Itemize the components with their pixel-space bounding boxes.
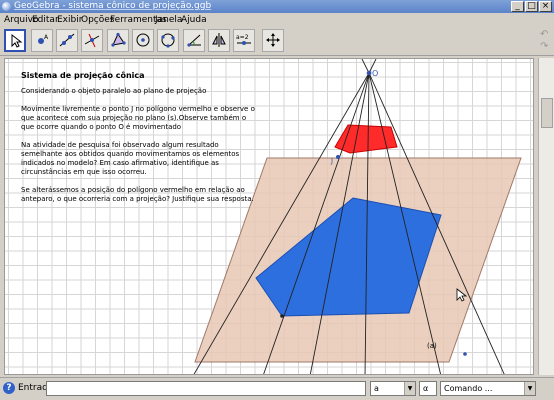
circle-three-points-icon [161, 33, 175, 48]
window-title: GeoGebra - sistema cônico de projeção.gg… [14, 1, 212, 11]
red-polygon[interactable] [334, 124, 398, 154]
reflect-tool-button[interactable] [208, 29, 230, 52]
command-input[interactable] [46, 381, 366, 396]
point-tool-button[interactable]: A [31, 29, 53, 52]
svg-text:A: A [44, 34, 49, 41]
greek-dropdown[interactable]: α [419, 381, 437, 396]
point-icon: A [38, 34, 49, 44]
polygon-icon [111, 32, 126, 47]
graphics-view[interactable]: O J (a) Sistema de projeção cônica Consi… [4, 58, 534, 375]
chevron-down-icon: ▼ [524, 382, 535, 395]
panel-paragraph-3: Se alterássemos a posição do polígono ve… [21, 186, 254, 203]
perpendicular-line-icon [84, 33, 100, 48]
line-through-points-icon [59, 33, 75, 47]
circle-center-icon [136, 33, 150, 47]
move-arrows-icon [266, 33, 280, 47]
cursor-arrow-icon [11, 33, 23, 48]
angle-icon [187, 34, 201, 47]
menu-editar[interactable]: Editar [32, 14, 59, 26]
help-icon[interactable]: ? [3, 382, 15, 394]
vertical-scrollbar[interactable] [538, 58, 554, 375]
point-j[interactable] [336, 155, 340, 159]
point-o[interactable] [366, 70, 372, 76]
command-dropdown[interactable]: Comando ... ▼ [440, 381, 536, 396]
close-button[interactable]: × [539, 1, 552, 12]
point-j-label: J [330, 157, 333, 165]
geogebra-logo-icon [2, 2, 11, 11]
plane-label: (a) [427, 342, 437, 350]
symbol-dropdown[interactable]: a ▼ [370, 381, 416, 396]
point-o-label: O [372, 69, 378, 78]
chevron-down-icon: ▼ [404, 382, 415, 395]
circle-three-points-tool-button[interactable] [157, 29, 179, 52]
menu-exibir[interactable]: Exibir [57, 14, 82, 26]
menu-janela[interactable]: Janela [155, 14, 182, 26]
toolbar: A a=2 ↶ ↷ [0, 27, 554, 56]
minimize-button[interactable]: _ [511, 1, 524, 12]
svg-text:a=2: a=2 [236, 34, 249, 41]
title-bar: GeoGebra - sistema cônico de projeção.gg… [0, 0, 554, 13]
move-tool-button[interactable] [4, 29, 26, 52]
panel-intro: Considerando o objeto paralelo ao plano … [21, 87, 207, 95]
line-tool-button[interactable] [56, 29, 78, 52]
move-graphics-tool-button[interactable] [262, 29, 284, 52]
instructions-panel: Sistema de projeção cônica Considerando … [21, 71, 261, 213]
polygon-tool-button[interactable] [107, 29, 129, 52]
perpendicular-line-tool-button[interactable] [81, 29, 103, 52]
greek-dropdown-value: α [423, 384, 429, 393]
plane-point[interactable] [463, 352, 467, 356]
reflect-icon [212, 33, 226, 47]
scrollbar-thumb[interactable] [541, 98, 553, 128]
panel-paragraph-2: Na atividade de pesquisa foi observado a… [21, 141, 240, 176]
slider-icon: a=2 [236, 34, 251, 45]
menu-bar: Arquivo Editar Exibir Opções Ferramentas… [0, 13, 554, 27]
angle-tool-button[interactable] [183, 29, 205, 52]
projected-point[interactable] [280, 314, 284, 318]
redo-icon[interactable]: ↷ [540, 42, 550, 52]
input-bar: ? Entrada: a ▼ α Comando ... ▼ [0, 377, 554, 400]
circle-tool-button[interactable] [132, 29, 154, 52]
symbol-dropdown-value: a [374, 384, 379, 393]
maximize-button[interactable]: □ [525, 1, 538, 12]
slider-tool-button[interactable]: a=2 [233, 29, 255, 52]
panel-heading: Sistema de projeção cônica [21, 71, 145, 80]
menu-ajuda[interactable]: Ajuda [181, 14, 207, 26]
undo-icon[interactable]: ↶ [540, 30, 550, 40]
command-dropdown-value: Comando ... [444, 384, 493, 393]
panel-paragraph-1: Movimente livremente o ponto J no polígo… [21, 105, 255, 131]
